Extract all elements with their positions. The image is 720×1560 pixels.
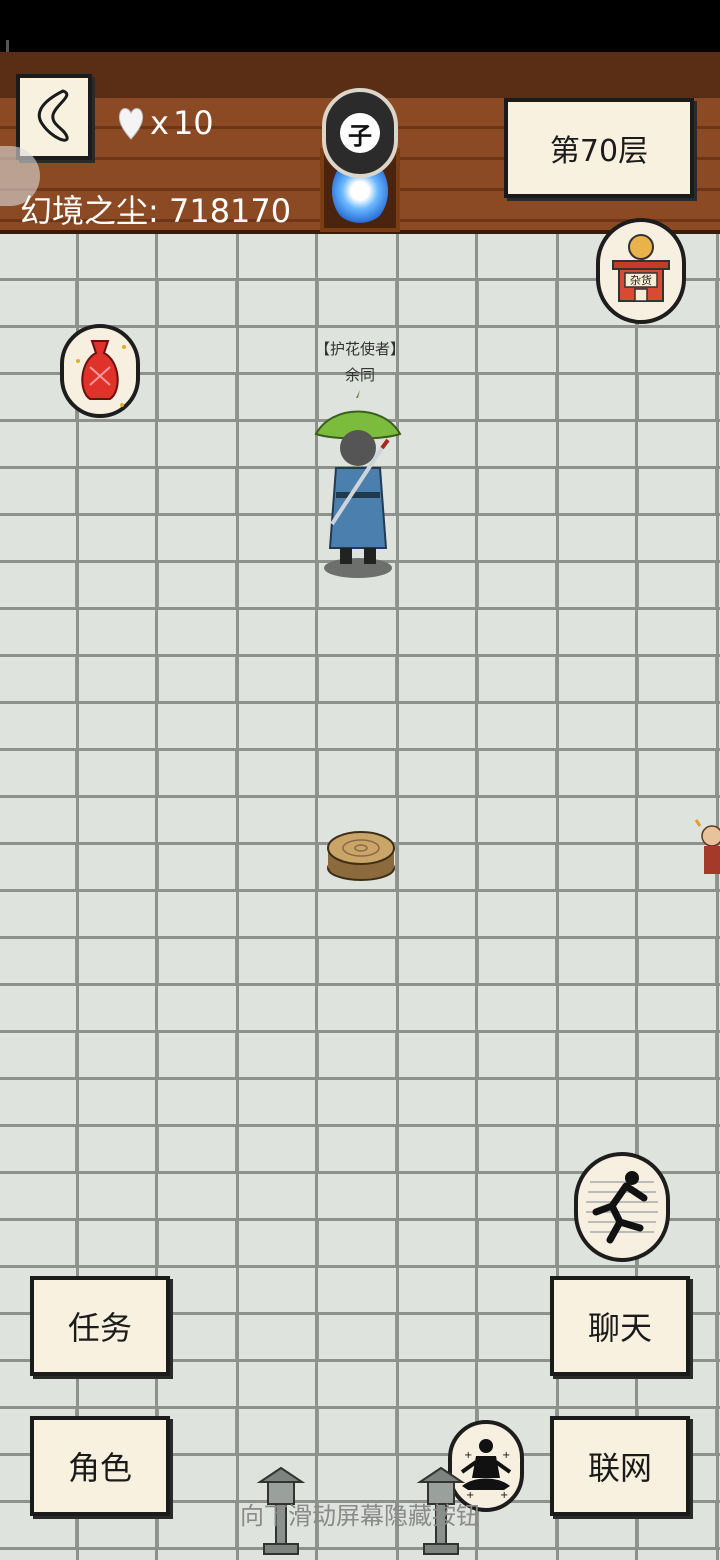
time-character: 子 bbox=[340, 113, 380, 153]
inventory-bag-button[interactable] bbox=[60, 324, 140, 418]
chat-button[interactable]: 聊天 bbox=[550, 1276, 690, 1376]
swipe-hint: 向下滑动屏幕隐藏按钮 bbox=[240, 1502, 480, 1530]
status-bar bbox=[0, 0, 720, 52]
task-button[interactable]: 任务 bbox=[30, 1276, 170, 1376]
heart-icon bbox=[118, 108, 144, 140]
shop-button[interactable]: 杂货 bbox=[596, 218, 686, 324]
player-character[interactable] bbox=[312, 388, 404, 582]
lives-counter: x 10 bbox=[116, 104, 214, 142]
back-button[interactable] bbox=[16, 74, 92, 160]
tree-stump[interactable] bbox=[326, 828, 396, 882]
npc-title: 【护花使者】 bbox=[314, 340, 405, 358]
back-arrow-icon bbox=[37, 89, 69, 142]
dust-counter: 幻境之尘: 718170 bbox=[20, 186, 291, 232]
lives-count: 10 bbox=[172, 104, 214, 142]
shop-icon: 杂货 bbox=[612, 234, 670, 302]
dust-label: 幻境之尘: bbox=[20, 192, 159, 230]
floor-level-label: 第70层 bbox=[504, 98, 694, 198]
run-icon bbox=[586, 1171, 658, 1244]
svg-text:+: + bbox=[464, 1450, 472, 1461]
offscreen-npc[interactable] bbox=[690, 818, 720, 874]
lives-prefix: x bbox=[150, 104, 169, 142]
shop-label: 杂货 bbox=[630, 273, 652, 287]
npc-name: 余同 bbox=[344, 366, 375, 384]
day-time-icon: 子 bbox=[322, 88, 398, 178]
auto-run-button[interactable] bbox=[574, 1152, 670, 1262]
red-bag-icon bbox=[76, 340, 126, 407]
svg-text:+: + bbox=[502, 1450, 510, 1461]
dust-value: 718170 bbox=[168, 192, 292, 230]
